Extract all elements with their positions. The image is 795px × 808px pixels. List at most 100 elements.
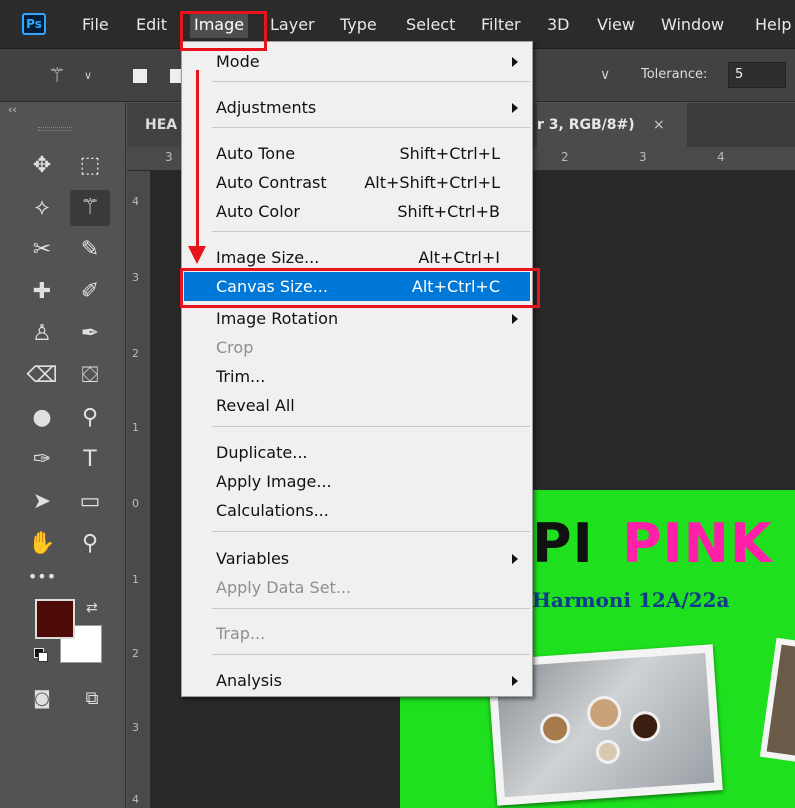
annotation-arrow-head-icon [188,246,206,264]
eraser-tool-icon[interactable]: ⌫ [22,358,62,394]
coffee-cup [586,694,623,732]
screen-mode-icon[interactable]: ⧉ [72,681,112,717]
blur-tool-icon[interactable]: ● [22,400,62,436]
marquee-tool-icon[interactable]: ⬚ [70,148,110,184]
tools-panel: ‹‹ ✥ ⬚ ⟡ ⚚ ✂ ✎ ✚ ✐ ♙ ✒ ⌫ ⛋ ● ⚲ ✑ T ➤ ▭ ✋… [0,103,126,808]
poster-photo-2 [759,637,795,763]
menu-item-crop: Crop [184,333,530,362]
close-tab-icon[interactable]: × [653,103,665,147]
menu-item-label: Crop [216,338,254,357]
quick-mask-icon[interactable]: ◙ [22,681,62,717]
coffee-cup [595,739,621,765]
default-colors-icon[interactable] [34,648,48,662]
menu-item-label: Auto Contrast [216,173,327,192]
image-menu-dropdown: Mode Adjustments Auto Tone Shift+Ctrl+L A… [181,41,533,697]
menu-item-auto-color[interactable]: Auto Color Shift+Ctrl+B [184,197,530,226]
menu-layer[interactable]: Layer [270,14,315,36]
ruler-tick: 2 [132,647,139,660]
document-tab-1[interactable]: HEA [127,103,187,147]
ruler-tick: 1 [132,421,139,434]
tolerance-input[interactable]: 5 [728,62,786,88]
poster-subtitle: Harmoni 12A/22a [532,588,730,612]
menu-item-apply-data-set: Apply Data Set... [184,573,530,602]
menu-item-analysis[interactable]: Analysis [184,666,530,695]
menu-item-reveal-all[interactable]: Reveal All [184,391,530,420]
crop-tool-icon[interactable]: ✂ [22,232,62,268]
ruler-tick: 1 [132,573,139,586]
hand-tool-icon[interactable]: ✋ [22,526,62,562]
menu-3d[interactable]: 3D [547,14,570,36]
poster-title-pink: PINK [622,512,773,575]
clone-stamp-tool-icon[interactable]: ♙ [22,316,62,352]
menu-window[interactable]: Window [661,14,724,36]
collapse-panel-icon[interactable]: ‹‹ [8,103,17,116]
menu-separator [212,654,530,655]
menu-select[interactable]: Select [406,14,455,36]
menu-separator [212,426,530,427]
menu-item-shortcut: Alt+Shift+Ctrl+L [364,173,500,192]
magic-wand-tool-icon[interactable]: ⚚ [70,190,110,226]
ruler-tick: 3 [132,721,139,734]
more-tools-icon[interactable]: ••• [22,559,62,595]
photoshop-logo-icon[interactable]: Ps [22,13,46,35]
magic-wand-icon[interactable]: ⚚ [48,63,66,87]
chevron-down-icon[interactable]: ∨ [84,69,92,82]
brush-tool-icon[interactable]: ✐ [70,274,110,310]
menu-item-adjustments[interactable]: Adjustments [184,93,530,122]
menu-item-auto-tone[interactable]: Auto Tone Shift+Ctrl+L [184,139,530,168]
menu-item-variables[interactable]: Variables [184,544,530,573]
history-brush-tool-icon[interactable]: ✒ [70,316,110,352]
ruler-vertical[interactable]: 4 3 2 1 0 1 2 3 4 [127,171,151,808]
ruler-tick: 3 [165,150,173,164]
menu-filter[interactable]: Filter [481,14,521,36]
menu-item-shortcut: Shift+Ctrl+B [397,202,500,221]
eyedropper-tool-icon[interactable]: ✎ [70,232,110,268]
menu-item-label: Reveal All [216,396,295,415]
menu-type[interactable]: Type [340,14,377,36]
menu-item-label: Auto Tone [216,144,296,163]
menu-item-shortcut: Shift+Ctrl+L [399,144,500,163]
ruler-tick: 4 [132,793,139,806]
menu-item-trim[interactable]: Trim... [184,362,530,391]
new-selection-icon[interactable] [133,69,147,83]
zoom-tool-icon[interactable]: ⚲ [70,526,110,562]
menu-help[interactable]: Help [755,14,791,36]
menu-item-duplicate[interactable]: Duplicate... [184,438,530,467]
paint-bucket-tool-icon[interactable]: ⛋ [70,358,110,394]
menu-separator [212,127,530,128]
sample-size-dropdown-icon[interactable]: ∨ [600,67,610,83]
foreground-color-swatch[interactable] [35,599,75,639]
menu-item-mode[interactable]: Mode [184,47,530,76]
submenu-arrow-icon [512,103,518,113]
menu-file[interactable]: File [82,14,109,36]
submenu-arrow-icon [512,676,518,686]
menu-view[interactable]: View [597,14,635,36]
ruler-tick: 3 [639,150,647,164]
healing-brush-tool-icon[interactable]: ✚ [22,274,62,310]
lasso-tool-icon[interactable]: ⟡ [22,190,62,226]
path-selection-tool-icon[interactable]: ➤ [22,484,62,520]
submenu-arrow-icon [512,314,518,324]
menu-item-label: Analysis [216,671,282,690]
pen-tool-icon[interactable]: ✑ [22,442,62,478]
menu-item-auto-contrast[interactable]: Auto Contrast Alt+Shift+Ctrl+L [184,168,530,197]
menu-item-image-rotation[interactable]: Image Rotation [184,304,530,333]
menu-item-calculations[interactable]: Calculations... [184,496,530,525]
menu-separator [212,81,530,82]
menu-item-apply-image[interactable]: Apply Image... [184,467,530,496]
move-tool-icon[interactable]: ✥ [22,148,62,184]
type-tool-icon[interactable]: T [70,442,110,478]
rectangle-tool-icon[interactable]: ▭ [70,484,110,520]
menu-item-label: Mode [216,52,260,71]
swap-colors-icon[interactable]: ⇄ [86,600,98,616]
menu-item-label: Duplicate... [216,443,308,462]
panel-grip[interactable] [38,127,72,131]
annotation-box-image-menu [180,11,267,51]
menu-edit[interactable]: Edit [136,14,167,36]
tolerance-label: Tolerance: [641,67,708,82]
ruler-tick: 4 [717,150,725,164]
menu-item-label: Apply Data Set... [216,578,352,597]
dodge-tool-icon[interactable]: ⚲ [70,400,110,436]
menu-item-label: Apply Image... [216,472,332,491]
menu-item-label: Variables [216,549,290,568]
